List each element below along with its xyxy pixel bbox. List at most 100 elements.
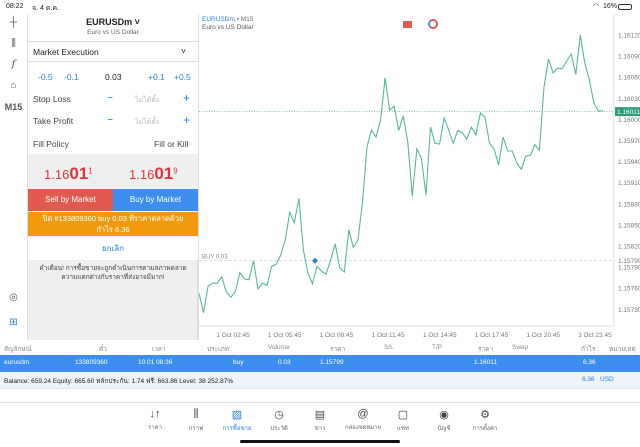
- order-panel: EURUSDm ˅ Euro vs US Dollar Market Execu…: [27, 14, 198, 340]
- time-tick-label: 1 Oct 08:45: [320, 332, 354, 339]
- objects-icon[interactable]: ⌂: [0, 80, 27, 91]
- col-symbol: สัญลักษณ์: [4, 346, 32, 353]
- price-tick-label: 1.15820: [618, 243, 640, 250]
- fill-policy-select[interactable]: Fill or Kill: [154, 139, 188, 149]
- row-open-price: 1.15799: [320, 359, 344, 366]
- nav-news[interactable]: ▤ ข่าว: [300, 408, 340, 433]
- history-icon: ◷: [274, 409, 284, 421]
- time-tick-label: 1 Oct 11:45: [372, 332, 406, 339]
- chevron-down-icon: ˅: [134, 17, 140, 27]
- take-profit-label: Take Profit: [33, 116, 74, 126]
- volume-minus-0.5[interactable]: -0.5: [38, 72, 53, 82]
- status-bar: 08:22 จ. 4 ต.ค. ◠ 16%: [0, 0, 640, 14]
- stop-loss-plus[interactable]: +: [183, 91, 190, 105]
- price-tick-label: 1.15790: [618, 265, 640, 272]
- volume-plus-0.1[interactable]: +0.1: [148, 72, 165, 82]
- mail-icon: @: [357, 408, 369, 420]
- price-tick-label: 1.15880: [618, 201, 640, 208]
- row-ticket: 133809360: [75, 359, 108, 366]
- buy-level-price: 1.15799: [618, 258, 640, 265]
- wifi-icon: ◠: [593, 3, 600, 10]
- take-profit-input[interactable]: ไม่ได้ตั้ง: [135, 117, 159, 128]
- account-icon: ◉: [439, 409, 449, 421]
- currency: USD: [600, 376, 614, 383]
- chart-search-icon[interactable]: ◎: [0, 292, 27, 303]
- col-current-price: ราคา: [478, 346, 494, 353]
- symbol-description: Euro vs US Dollar: [87, 29, 139, 36]
- nav-settings[interactable]: ⚙ การตั้งค่า: [465, 408, 505, 433]
- execution-type: Market Execution: [33, 47, 99, 57]
- col-price: ราคา: [330, 346, 346, 353]
- time-tick-label: 1 Oct 14:45: [423, 332, 457, 339]
- close-position-button[interactable]: ปิด #133809360 buy 0.03 ที่ราคาตลาดด้วยก…: [28, 212, 198, 236]
- price-tick-label: 1.16000: [618, 117, 640, 124]
- execution-warning: คำเตือน! การซื้อขายจะถูกดำเนินการตามสภาพ…: [39, 265, 187, 281]
- cancel-button[interactable]: ยกเลิก: [28, 237, 198, 260]
- price-tick-label: 1.15970: [618, 138, 640, 145]
- col-time: เวลา: [152, 346, 166, 353]
- col-type: ประเภท: [207, 346, 229, 353]
- price-chart[interactable]: EURUSDm • M15 Euro vs US Dollar 1.16120 1…: [198, 14, 640, 340]
- col-sl: S/L: [384, 344, 394, 351]
- take-profit-plus[interactable]: +: [183, 113, 190, 127]
- price-tick-label: 1.15910: [618, 180, 640, 187]
- fill-policy-label: Fill Policy: [33, 139, 69, 149]
- stop-loss-minus[interactable]: –: [108, 92, 113, 102]
- candlestick-icon[interactable]: ⫼: [0, 38, 27, 49]
- row-profit: 6.36: [583, 359, 596, 366]
- col-ticket: ตั๋ว: [99, 346, 107, 353]
- balance-summary: Balance: 659.24 Equity: 665.60 หลักประกั…: [4, 378, 234, 385]
- price-tick-label: 1.15850: [618, 222, 640, 229]
- price-tick-label: 1.16090: [618, 54, 640, 61]
- trade-icon: ▨: [231, 409, 243, 421]
- home-indicator: [240, 440, 400, 443]
- time-tick-label: 3 Oct 23:45: [578, 332, 612, 339]
- chat-icon: ▢: [397, 409, 409, 421]
- stop-loss-input[interactable]: ไม่ได้ตั้ง: [135, 95, 159, 106]
- buy-by-market-button[interactable]: Buy by Market: [113, 189, 198, 211]
- stop-loss-label: Stop Loss: [33, 94, 71, 104]
- symbol-selector[interactable]: EURUSDm ˅ Euro vs US Dollar: [28, 14, 198, 42]
- quotes-icon: ↓↑: [149, 408, 161, 420]
- timeframe-button[interactable]: M15: [0, 102, 27, 112]
- price-line: [199, 34, 603, 313]
- battery-level: 16%: [603, 3, 618, 10]
- volume-minus-0.1[interactable]: -0.1: [64, 72, 79, 82]
- row-volume: 0.03: [278, 359, 291, 366]
- crosshair-icon[interactable]: ┼: [0, 17, 27, 28]
- nav-quotes[interactable]: ↓↑ ราคา: [135, 408, 175, 432]
- ask-price: 1.16019: [129, 164, 178, 183]
- nav-history[interactable]: ◷ ประวัติ: [259, 408, 299, 433]
- chevron-down-icon: ˅: [181, 46, 186, 56]
- take-profit-minus[interactable]: –: [108, 114, 113, 124]
- col-volume: Volume: [268, 344, 290, 351]
- volume-plus-0.5[interactable]: +0.5: [174, 72, 191, 82]
- buy-entry-marker: [312, 257, 318, 264]
- symbol-name: EURUSDm: [86, 17, 133, 27]
- row-time: 10.01 08:36: [138, 359, 173, 366]
- execution-type-select[interactable]: Market Execution ˅: [28, 42, 198, 62]
- new-order-icon[interactable]: ⊞: [0, 317, 27, 328]
- price-tick-label: 1.15940: [618, 159, 640, 166]
- price-tick-label: 1.15760: [618, 286, 640, 293]
- col-swap: Swap: [512, 344, 529, 351]
- nav-chat[interactable]: ▢ แชท: [383, 408, 423, 433]
- nav-trade[interactable]: ▨ การซื้อขาย: [217, 408, 257, 433]
- sell-by-market-button[interactable]: Sell by Market: [28, 189, 113, 211]
- news-icon: ▤: [314, 409, 326, 421]
- price-tick-label: 1.16060: [618, 75, 640, 82]
- col-comment: หมายเหตุ: [609, 346, 636, 353]
- bid-price: 1.16011: [44, 164, 93, 183]
- nav-mailbox[interactable]: @ กล่องจดหมาย: [340, 408, 386, 432]
- settings-icon: ⚙: [480, 409, 490, 421]
- battery-icon: [618, 4, 632, 10]
- status-date: จ. 4 ต.ค.: [32, 5, 59, 12]
- nav-account[interactable]: ◉ บัญชี: [424, 408, 464, 433]
- volume-input[interactable]: 0.03: [105, 72, 122, 82]
- indicator-icon[interactable]: f: [0, 59, 27, 70]
- status-time: 08:22: [6, 3, 24, 10]
- row-type: buy: [233, 359, 244, 366]
- price-tick-label: 1.16030: [618, 96, 640, 103]
- current-price-label: 1.16011: [617, 109, 640, 116]
- nav-chart[interactable]: ⫼ กราฟ: [176, 408, 216, 433]
